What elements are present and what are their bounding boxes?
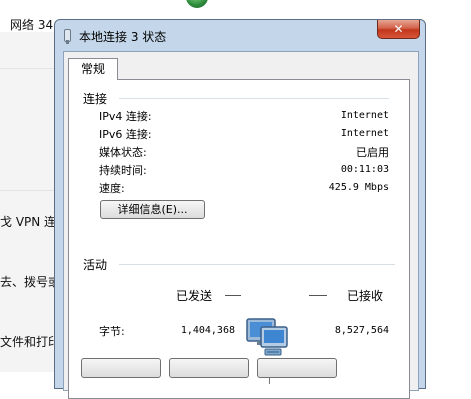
- connection-status-dialog: 本地连接 3 状态 ✕ 常规 连接 IPv4 连接: Internet IPv6…: [54, 19, 426, 399]
- speed-value: 425.9 Mbps: [328, 182, 389, 193]
- tab-panel-general: 连接 IPv4 连接: Internet IPv6 连接: Internet 媒…: [68, 79, 410, 399]
- dialog-client-area: 常规 连接 IPv4 连接: Internet IPv6 连接: Interne…: [63, 51, 419, 399]
- activity-heading: 活动: [83, 258, 108, 272]
- connection-heading: 连接: [83, 92, 108, 106]
- tab-general[interactable]: 常规: [68, 58, 118, 80]
- properties-button[interactable]: [81, 358, 161, 378]
- background-divider: [0, 68, 60, 69]
- ipv4-value: Internet: [340, 110, 389, 121]
- speed-label: 速度:: [99, 182, 125, 195]
- background-network-label: 网络 34: [10, 18, 54, 32]
- background-divider: [0, 190, 60, 191]
- activity-divider: [119, 264, 395, 265]
- duration-value: 00:11:03: [340, 164, 389, 175]
- background-item-file-print[interactable]: 文件和打印: [0, 333, 60, 350]
- ipv6-label: IPv6 连接:: [99, 128, 152, 141]
- dialog-title: 本地连接 3 状态: [79, 30, 167, 44]
- media-state-value: 已启用: [356, 146, 389, 159]
- disable-button[interactable]: [169, 358, 249, 378]
- ipv4-label: IPv4 连接:: [99, 110, 152, 123]
- bytes-sent-value: 1,404,368: [180, 325, 235, 336]
- bytes-label: 字节:: [99, 325, 125, 338]
- background-window: [0, 0, 60, 372]
- diagnose-button[interactable]: [257, 358, 337, 378]
- received-dash: [309, 295, 327, 296]
- bytes-received-value: 8,527,564: [334, 325, 389, 336]
- network-adapter-icon: [64, 29, 71, 44]
- background-item-dialup[interactable]: 去、拨号或: [0, 273, 60, 290]
- received-label: 已接收: [347, 289, 384, 303]
- connection-divider: [119, 98, 389, 99]
- sent-dash: [225, 295, 241, 296]
- duration-label: 持续时间:: [99, 164, 147, 177]
- details-button[interactable]: 详细信息(E)...: [100, 200, 205, 219]
- ipv6-value: Internet: [340, 128, 389, 139]
- media-state-label: 媒体状态:: [99, 146, 147, 159]
- close-button[interactable]: ✕: [377, 20, 420, 39]
- sent-label: 已发送: [176, 289, 213, 303]
- title-bar[interactable]: 本地连接 3 状态 ✕: [55, 20, 425, 50]
